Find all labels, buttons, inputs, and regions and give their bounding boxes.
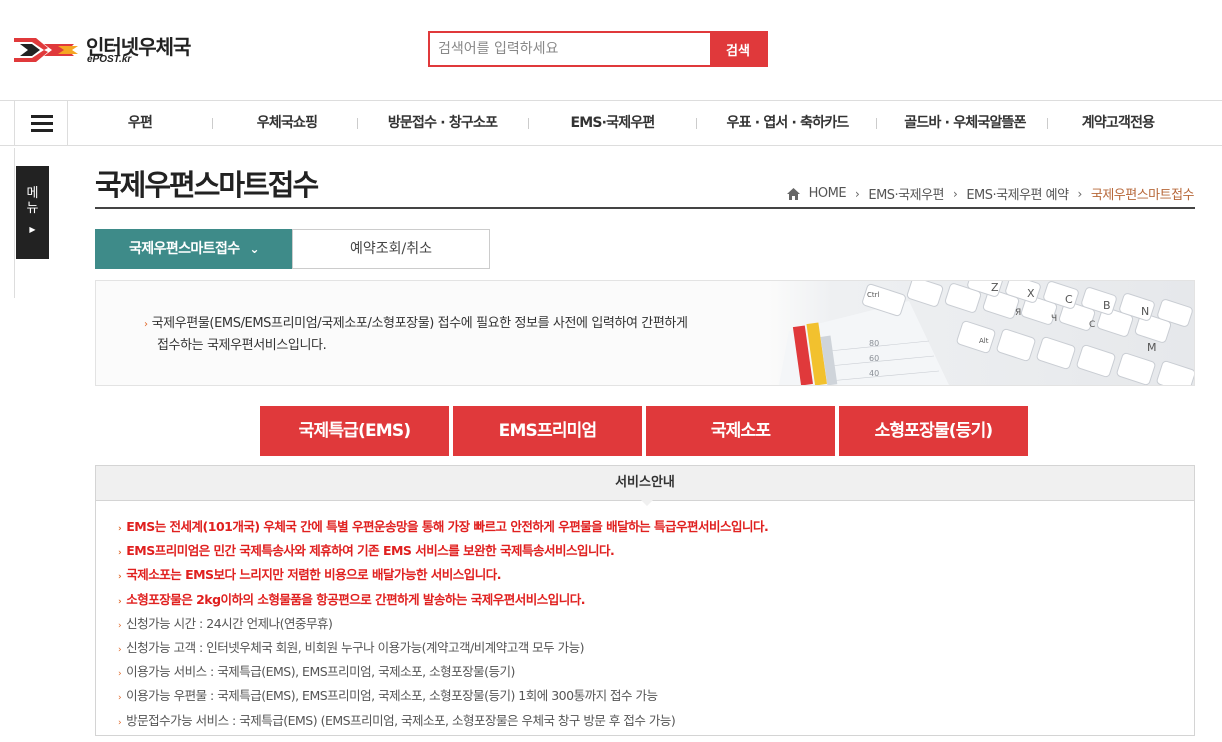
- chevron-right-icon: ›: [855, 186, 860, 201]
- bullet-icon: ›: [118, 548, 122, 559]
- nav-item-ems[interactable]: EMS·국제우편: [545, 101, 680, 145]
- guide-item-text: 이용가능 서비스 : 국제특급(EMS), EMS프리미엄, 국제소포, 소형포…: [126, 664, 515, 680]
- guide-item: › EMS는 전세계(101개국) 우체국 간에 특별 우편운송망을 통해 가장 …: [118, 516, 769, 540]
- breadcrumb: HOME › EMS·국제우편 › EMS·국제우편 예약 › 국제우편스마트접…: [786, 184, 1195, 203]
- breadcrumb-current: 국제우편스마트접수: [1090, 188, 1195, 203]
- guide-item: › EMS프리미엄은 민간 국제특송사와 제휴하여 기존 EMS 서비스를 보완한…: [118, 540, 768, 564]
- guide-item: › 이용가능 서비스 : 국제특급(EMS), EMS프리미엄, 국제소포, 소형…: [118, 661, 768, 685]
- guide-item-text: EMS는 전세계(101개국) 우체국 간에 특별 우편운송망을 통해 가장 빠…: [126, 519, 769, 534]
- ems-button[interactable]: 국제특급(EMS): [260, 406, 449, 456]
- chevron-down-icon: ⌄: [249, 242, 260, 256]
- tab-smart-reception[interactable]: 국제우편스마트접수 ⌄: [95, 229, 293, 269]
- side-menu-button[interactable]: 메 뉴 ▶: [16, 166, 49, 259]
- intro-text: › 국제우편물(EMS/EMS프리미엄/국제소포/소형포장물) 접수에 필요한 정…: [144, 313, 688, 356]
- service-guide-list: › EMS는 전세계(101개국) 우체국 간에 특별 우편운송망을 통해 가장 …: [118, 516, 769, 734]
- breadcrumb-home[interactable]: HOME: [809, 186, 847, 201]
- svg-text:80: 80: [869, 339, 879, 348]
- guide-item-text: 이용가능 우편물 : 국제특급(EMS), EMS프리미엄, 국제소포, 소형포…: [126, 688, 658, 704]
- search-button[interactable]: 검색: [710, 33, 766, 65]
- bullet-icon: ›: [118, 524, 122, 534]
- guide-item-text: 방문접수가능 서비스 : 국제특급(EMS) (EMS프리미엄, 국제소포, 소…: [126, 712, 676, 728]
- nav-item-post[interactable]: 우편: [95, 101, 185, 145]
- svg-text:B: B: [1103, 299, 1111, 312]
- svg-text:40: 40: [869, 369, 879, 378]
- bullet-icon: ›: [118, 620, 122, 631]
- svg-text:Z: Z: [991, 281, 999, 294]
- keyboard-illustration: 80 60 40 Ctrl Z X C B N Я Ч С M Alt: [769, 281, 1194, 385]
- breadcrumb-item[interactable]: EMS·국제우편: [868, 184, 944, 203]
- svg-text:Я: Я: [1015, 308, 1021, 318]
- breadcrumb-item[interactable]: EMS·국제우편 예약: [966, 184, 1069, 203]
- guide-item-text: 신청가능 시간 : 24시간 언제나(연중무휴): [126, 615, 333, 631]
- service-guide-header: 서비스안내: [95, 465, 1195, 501]
- svg-text:Ч: Ч: [1051, 314, 1057, 324]
- nav-item-shopping[interactable]: 우체국쇼핑: [232, 101, 342, 145]
- nav-item-goldbar[interactable]: 골드바 · 우체국알뜰폰: [885, 101, 1045, 145]
- nav-divider: [528, 118, 529, 129]
- title-divider: [95, 207, 1195, 209]
- bullet-icon: ›: [118, 596, 122, 607]
- svg-text:C: C: [1065, 293, 1073, 306]
- intro-banner: › 국제우편물(EMS/EMS프리미엄/국제소포/소형포장물) 접수에 필요한 정…: [95, 280, 1195, 386]
- chevron-right-icon: ▶: [29, 225, 36, 234]
- nav-divider: [212, 118, 213, 129]
- intro-line-1: 국제우편물(EMS/EMS프리미엄/국제소포/소형포장물) 접수에 필요한 정보…: [151, 316, 688, 331]
- nav-item-stamps[interactable]: 우표 · 엽서 · 축하카드: [705, 101, 870, 145]
- chevron-right-icon: ›: [953, 186, 958, 201]
- hamburger-line: [31, 129, 53, 132]
- home-icon: [786, 187, 800, 200]
- guide-item: › 신청가능 고객 : 인터넷우체국 회원, 비회원 누구나 이용가능(계약고객/…: [118, 637, 768, 661]
- nav-divider: [876, 118, 877, 129]
- side-menu-label: 뉴: [26, 201, 39, 216]
- bullet-icon: ›: [118, 693, 122, 704]
- bullet-icon: ›: [118, 645, 122, 656]
- guide-item: › 이용가능 우편물 : 국제특급(EMS), EMS프리미엄, 국제소포, 소형…: [118, 685, 768, 709]
- tab-label: 국제우편스마트접수: [129, 241, 240, 257]
- guide-item-text: EMS프리미엄은 민간 국제특송사와 제휴하여 기존 EMS 서비스를 보완한 …: [126, 543, 615, 559]
- search-bar: 검색: [428, 31, 768, 67]
- guide-item: › 방문접수가능 서비스 : 국제특급(EMS) (EMS프리미엄, 국제소포, …: [118, 710, 768, 734]
- chevron-right-icon: ›: [1077, 186, 1083, 201]
- svg-text:Ctrl: Ctrl: [867, 291, 880, 299]
- nav-item-visit-pickup[interactable]: 방문접수 · 창구소포: [370, 101, 515, 145]
- nav-divider: [696, 118, 697, 129]
- search-input[interactable]: [430, 33, 710, 65]
- hamburger-line: [31, 122, 53, 125]
- ems-premium-button[interactable]: EMS프리미엄: [453, 406, 642, 456]
- guide-item: › 신청가능 시간 : 24시간 언제나(연중무휴): [118, 613, 768, 637]
- guide-item-text: 소형포장물은 2kg이하의 소형물품을 항공편으로 간편하게 발송하는 국제우편…: [126, 591, 586, 607]
- bullet-icon: ›: [118, 669, 122, 680]
- svg-text:С: С: [1089, 320, 1095, 330]
- bullet-icon: ›: [118, 572, 122, 583]
- logo-subtext: ePOST.kr: [87, 54, 132, 65]
- hamburger-menu-icon: [31, 115, 53, 118]
- bullet-icon: ›: [144, 319, 148, 330]
- svg-text:Alt: Alt: [979, 337, 989, 345]
- nav-divider: [1047, 118, 1048, 129]
- global-nav: 우편 우체국쇼핑 방문접수 · 창구소포 EMS·국제우편 우표 · 엽서 · …: [0, 100, 1222, 146]
- hamburger-menu-button[interactable]: [14, 101, 68, 145]
- epost-logo[interactable]: 인터넷우체국 ePOST.kr: [14, 30, 204, 70]
- guide-item: › 국제소포는 EMS보다 느리지만 저렴한 비용으로 배달가능한 서비스입니다.: [118, 564, 768, 588]
- nav-divider: [357, 118, 358, 129]
- guide-item-text: 신청가능 고객 : 인터넷우체국 회원, 비회원 누구나 이용가능(계약고객/비…: [126, 640, 585, 656]
- guide-item-text: 국제소포는 EMS보다 느리지만 저렴한 비용으로 배달가능한 서비스입니다.: [126, 567, 502, 583]
- side-divider: [14, 148, 15, 298]
- international-parcel-button[interactable]: 국제소포: [646, 406, 835, 456]
- nav-item-contract[interactable]: 계약고객전용: [1058, 101, 1178, 145]
- tab-reservation-lookup[interactable]: 예약조회/취소: [292, 229, 490, 269]
- svg-text:60: 60: [869, 354, 879, 363]
- side-menu-label: 메: [26, 186, 39, 201]
- intro-line-2: 접수하는 국제우편서비스입니다.: [157, 338, 327, 353]
- svg-text:X: X: [1027, 287, 1035, 300]
- svg-text:N: N: [1141, 305, 1149, 318]
- small-packet-button[interactable]: 소형포장물(등기): [839, 406, 1028, 456]
- service-guide-body: › EMS는 전세계(101개국) 우체국 간에 특별 우편운송망을 통해 가장 …: [95, 500, 1195, 736]
- epost-logo-icon: [14, 38, 78, 62]
- page-title: 국제우편스마트접수: [95, 168, 319, 202]
- bullet-icon: ›: [118, 717, 122, 728]
- svg-text:M: M: [1147, 341, 1157, 354]
- guide-item: › 소형포장물은 2kg이하의 소형물품을 항공편으로 간편하게 발송하는 국제우…: [118, 589, 768, 613]
